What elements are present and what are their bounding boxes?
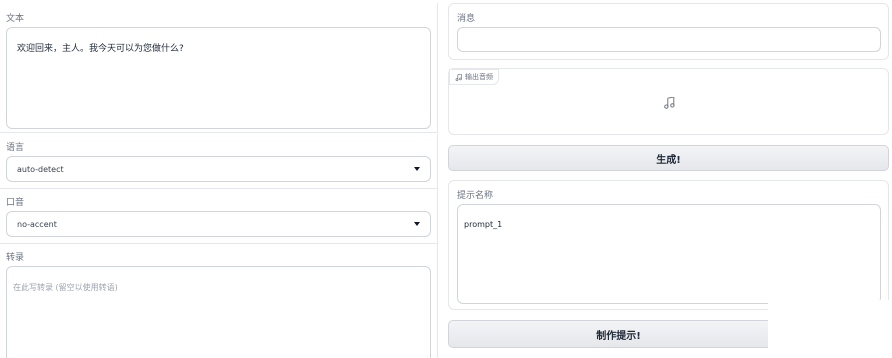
transcript-label: 转录	[6, 253, 25, 263]
language-dropdown[interactable]: auto-detect	[6, 156, 431, 182]
language-block: 语言 auto-detect	[0, 134, 438, 189]
language-label: 语言	[6, 143, 25, 153]
accent-selected: no-accent	[17, 219, 57, 229]
message-label: 消息	[457, 14, 476, 24]
message-input[interactable]	[457, 27, 881, 52]
text-block: 文本 欢迎回来，主人。我今天可以为您做什么?	[0, 3, 438, 133]
output-audio-tag: 输出音频	[449, 69, 499, 85]
music-note-icon	[455, 73, 462, 81]
text-label: 文本	[6, 14, 25, 24]
chevron-down-icon	[414, 222, 420, 226]
chevron-down-icon	[414, 167, 420, 171]
accent-dropdown[interactable]: no-accent	[6, 211, 431, 237]
transcript-placeholder: 在此写转录 (留空以使用转语)	[13, 283, 118, 292]
accent-label: 口音	[6, 198, 25, 208]
language-selected: auto-detect	[17, 164, 64, 174]
transcript-input[interactable]: 在此写转录 (留空以使用转语)	[6, 266, 431, 358]
prompt-name-value: prompt_1	[464, 220, 503, 229]
message-block: 消息	[448, 3, 889, 60]
output-audio-label: 输出音频	[465, 73, 493, 81]
text-area[interactable]: 欢迎回来，主人。我今天可以为您做什么?	[6, 27, 431, 129]
output-audio-block: 输出音频	[448, 68, 889, 135]
transcript-block: 转录 在此写转录 (留空以使用转语)	[0, 244, 438, 358]
generate-button[interactable]: 生成!	[448, 145, 889, 171]
music-note-icon	[664, 97, 675, 109]
text-value: 欢迎回来，主人。我今天可以为您做什么?	[17, 44, 184, 54]
prompt-name-input[interactable]: prompt_1	[457, 204, 881, 304]
overlay-panel	[768, 300, 892, 358]
prompt-name-block: 提示名称 prompt_1	[448, 180, 889, 310]
prompt-name-label: 提示名称	[457, 191, 494, 201]
accent-block: 口音 no-accent	[0, 189, 438, 244]
